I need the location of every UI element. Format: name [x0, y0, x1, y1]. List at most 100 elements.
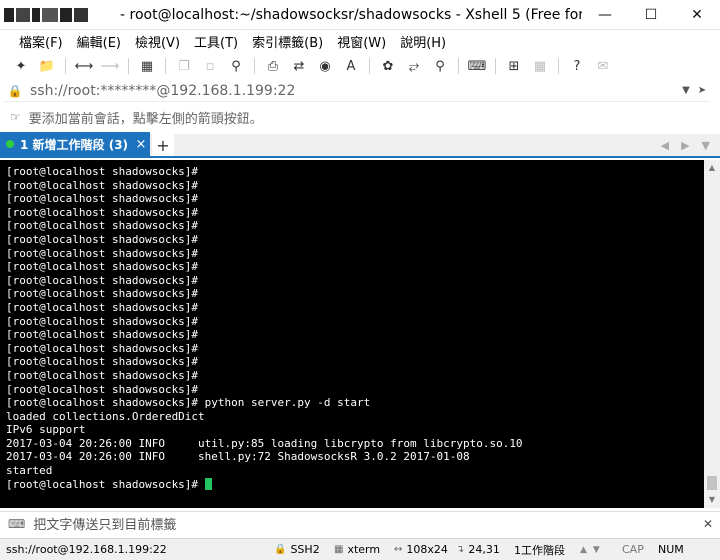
maximize-icon: ☐ — [644, 6, 658, 23]
close-tab-icon[interactable]: × — [132, 137, 150, 152]
copy-icon[interactable]: ❐ — [173, 56, 195, 76]
status-terminal-text: xterm — [347, 543, 381, 556]
terminal-line: [root@localhost shadowsocks]# — [6, 178, 199, 192]
toolbar: ✦ 📁 ⟷ ⟶ ▦ ❐ ▫ ⚲ ⎙ ⇄ ◉ A ✿ ⥂ ⚲ ⌨ ⊞ ▦ ? ✉ — [0, 54, 720, 78]
tab-session-1[interactable]: 1 新增工作階段 (3) × — [0, 132, 150, 156]
tab-prev-icon[interactable]: ◀ — [661, 139, 669, 152]
status-sessions: 1工作階段 — [514, 543, 565, 557]
add-tab-icon[interactable]: ⊞ — [503, 56, 525, 76]
tab-next-icon[interactable]: ▶ — [681, 139, 689, 152]
status-protocol: 🔒 SSH2 — [268, 543, 328, 556]
menu-window[interactable]: 視窗(W) — [330, 32, 393, 51]
compose-icon[interactable]: ⌨ — [8, 517, 25, 531]
status-terminal: ▦ xterm — [328, 543, 388, 556]
status-position-text: 24,31 — [468, 543, 500, 556]
lock-icon: 🔒 — [274, 544, 287, 555]
status-bar: ssh://root@192.168.1.199:22 🔒 SSH2 ▦ xterm… — [0, 538, 720, 560]
fullscreen-icon[interactable]: ⥂ — [403, 56, 425, 76]
layout-icon[interactable]: ▦ — [529, 56, 551, 76]
find-icon[interactable]: ⚲ — [225, 56, 247, 76]
terminal-line: 2017-03-04 20:26:00 INFO util.py:85 load… — [6, 436, 523, 450]
scroll-up-icon[interactable]: ▲ — [704, 160, 720, 176]
terminal-line: [root@localhost shadowsocks]# — [6, 368, 199, 382]
status-transfer-arrows: ▲ ▼ — [574, 545, 616, 555]
xftp-icon[interactable]: ✿ — [377, 56, 399, 76]
menu-file[interactable]: 檔案(F) — [12, 32, 70, 51]
toolbar-divider — [254, 58, 255, 74]
globe-icon[interactable]: ◉ — [314, 56, 336, 76]
resize-icon: ↔ — [394, 544, 403, 555]
minimize-icon: — — [598, 6, 612, 23]
menu-view[interactable]: 檢視(V) — [128, 32, 187, 51]
terminal-line: [root@localhost shadowsocks]# — [6, 165, 199, 178]
lock-icon[interactable]: ⚲ — [429, 56, 451, 76]
comment-icon[interactable]: ✉ — [592, 56, 614, 76]
terminal-line: IPv6 support — [6, 423, 86, 437]
add-tab-button[interactable]: + — [152, 134, 174, 156]
menu-tabs[interactable]: 索引標籤(B) — [245, 32, 330, 51]
toolbar-divider — [65, 58, 66, 74]
bookmark-icon[interactable]: ☞ — [10, 110, 21, 124]
terminal-line: [root@localhost shadowsocks]# — [6, 287, 199, 301]
terminal-scrollbar[interactable]: ▲ ▼ — [704, 160, 720, 508]
terminal-line: [root@localhost shadowsocks]# — [6, 192, 199, 206]
toolbar-divider — [128, 58, 129, 74]
minimize-button[interactable]: — — [582, 0, 628, 30]
tab-menu-icon[interactable]: ▼ — [702, 139, 710, 152]
hint-bar: ☞ 要添加當前會話，點擊左側的箭頭按鈕。 — [0, 105, 720, 129]
terminal-output[interactable]: [root@localhost shadowsocks]# [root@local… — [0, 160, 704, 508]
address-bar: 🔒 ssh://root:********@192.168.1.199:22 ▼… — [4, 80, 710, 102]
transfer-icon[interactable]: ⇄ — [288, 56, 310, 76]
print-icon[interactable]: ⎙ — [262, 56, 284, 76]
close-button[interactable]: ✕ — [674, 0, 720, 30]
new-session-icon[interactable]: ✦ — [10, 56, 32, 76]
toolbar-divider — [458, 58, 459, 74]
tab-strip: 1 新增工作階段 (3) × + ◀ ▶ ▼ — [0, 132, 720, 158]
status-size-text: 108x24 — [406, 543, 448, 556]
terminal-line: [root@localhost shadowsocks]# — [6, 341, 199, 355]
status-num: NUM — [658, 543, 684, 556]
status-protocol-text: SSH2 — [290, 543, 320, 556]
status-size: ↔ 108x24 — [388, 543, 450, 556]
status-dot-icon — [6, 140, 14, 148]
toolbar-divider — [495, 58, 496, 74]
paste-icon[interactable]: ▫ — [199, 56, 221, 76]
menu-tools[interactable]: 工具(T) — [187, 32, 245, 51]
help-icon[interactable]: ? — [566, 56, 588, 76]
status-caps: CAP — [622, 543, 644, 556]
disconnect-icon[interactable]: ⟶ — [99, 56, 121, 76]
chevron-down-icon[interactable]: ▼ — [678, 85, 694, 96]
go-arrow-icon[interactable]: ➤ — [694, 85, 710, 96]
compose-input[interactable]: 把文字傳送只到目前標籤 — [33, 514, 696, 533]
terminal-line: [root@localhost shadowsocks]# — [6, 219, 199, 233]
status-host: ssh://root@192.168.1.199:22 — [6, 543, 167, 556]
scroll-thumb[interactable] — [707, 476, 717, 490]
address-field[interactable]: ssh://root:********@192.168.1.199:22 — [26, 83, 678, 99]
menu-edit[interactable]: 編輯(E) — [70, 32, 128, 51]
keyboard-icon[interactable]: ⌨ — [466, 56, 488, 76]
terminal-line: loaded collections.OrderedDict — [6, 409, 205, 423]
terminal-cursor — [204, 477, 212, 490]
font-icon[interactable]: A — [340, 56, 362, 76]
close-icon: ✕ — [691, 6, 703, 23]
compose-bar: ⌨ 把文字傳送只到目前標籤 ✕ — [0, 511, 720, 535]
terminal-line: 2017-03-04 20:26:00 INFO shell.py:72 Sha… — [6, 450, 470, 464]
terminal-prompt-line: [root@localhost shadowsocks]# — [6, 477, 704, 492]
terminal-line: started — [6, 464, 53, 478]
terminal-line: [root@localhost shadowsocks]# — [6, 355, 199, 369]
close-icon[interactable]: ✕ — [696, 517, 720, 531]
toolbar-divider — [165, 58, 166, 74]
open-folder-icon[interactable]: 📁 — [36, 56, 58, 76]
app-logo — [4, 5, 104, 25]
arrow-up-icon: ▲ — [580, 544, 587, 555]
properties-icon[interactable]: ▦ — [136, 56, 158, 76]
menu-help[interactable]: 說明(H) — [393, 32, 453, 51]
connect-icon[interactable]: ⟷ — [73, 56, 95, 76]
terminal-line: [root@localhost shadowsocks]# python ser… — [6, 396, 371, 410]
scroll-down-icon[interactable]: ▼ — [704, 492, 720, 508]
hint-text: 要添加當前會話，點擊左側的箭頭按鈕。 — [28, 111, 263, 127]
maximize-button[interactable]: ☐ — [628, 0, 674, 30]
terminal-line: [root@localhost shadowsocks]# — [6, 205, 199, 219]
tab-label: 1 新增工作階段 (3) — [20, 137, 129, 152]
terminal-line: [root@localhost shadowsocks]# — [6, 273, 199, 287]
